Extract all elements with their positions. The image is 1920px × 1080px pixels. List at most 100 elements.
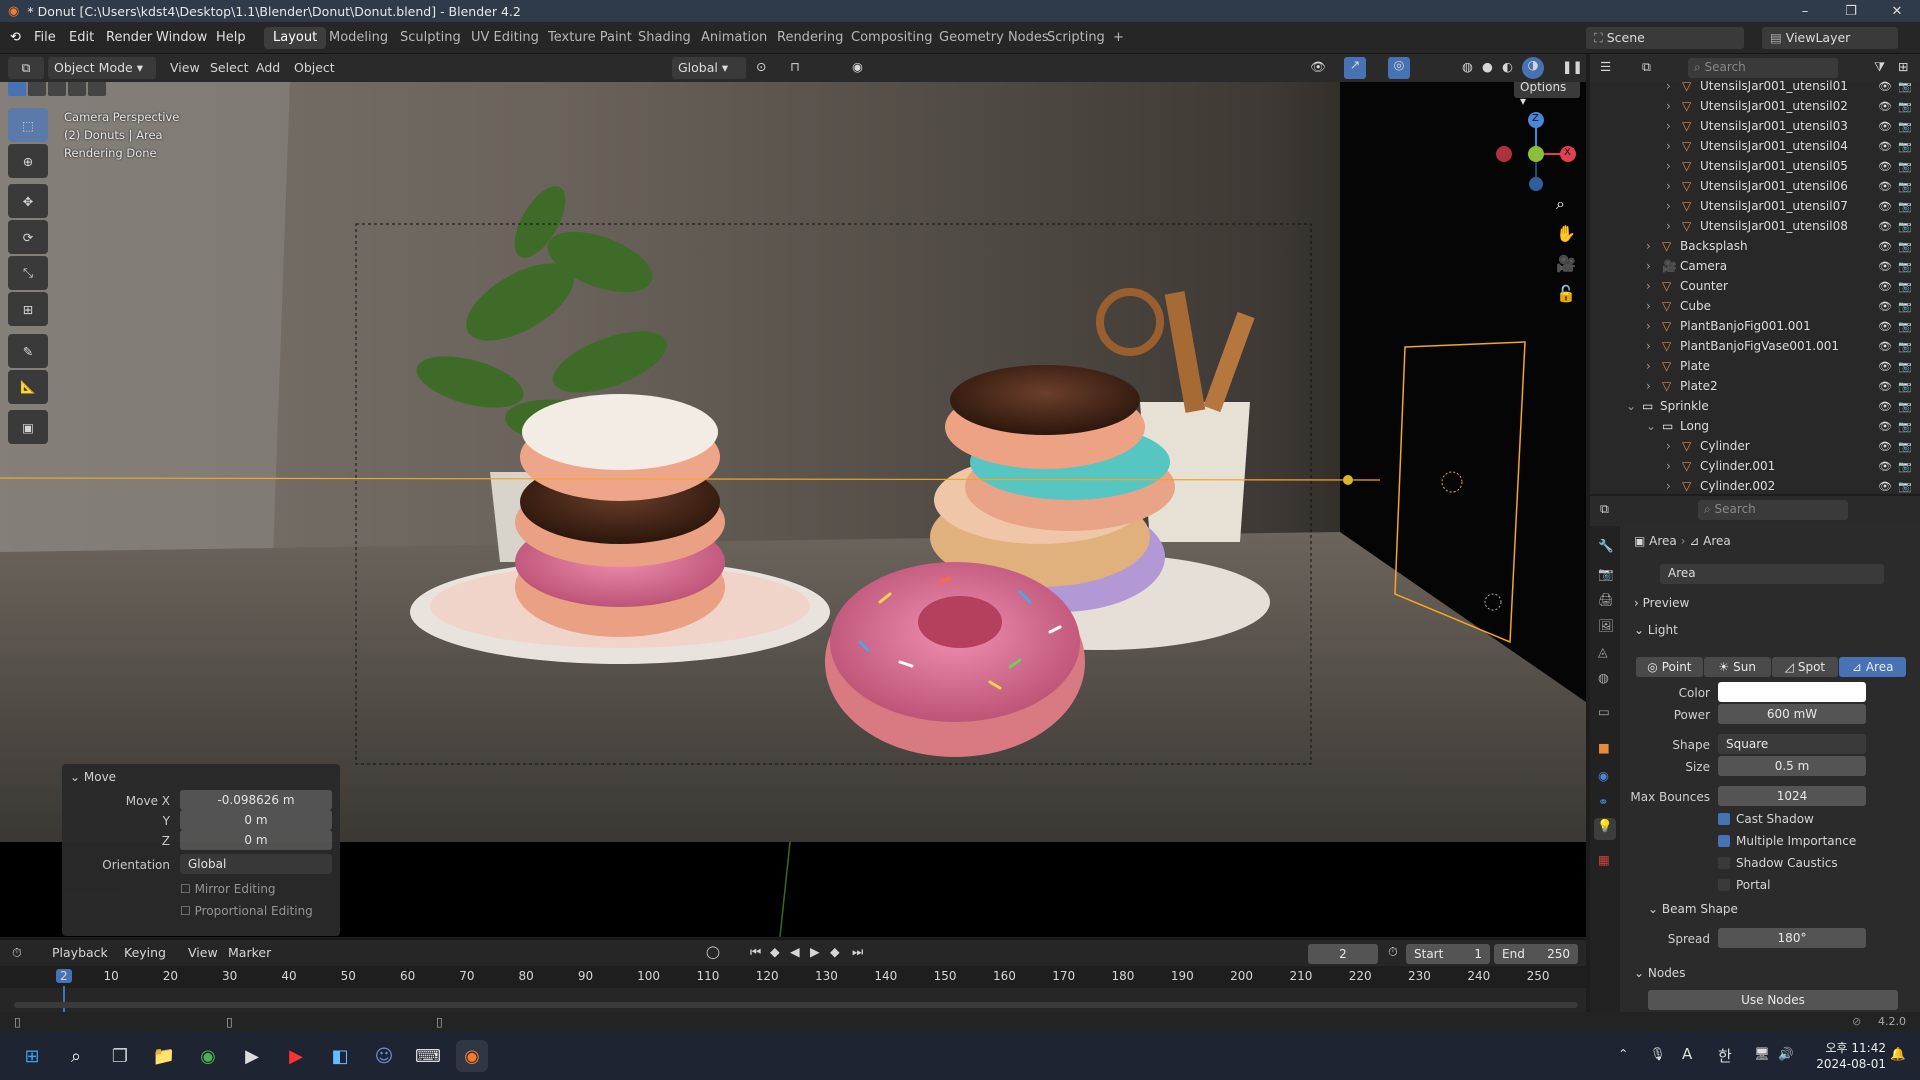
visibility-eye-icon[interactable]: 👁 <box>1878 200 1892 213</box>
rendered-shading-icon[interactable]: ◑ <box>1522 57 1544 79</box>
render-visibility-icon[interactable]: 📷 <box>1898 420 1912 433</box>
visibility-eye-icon[interactable]: 👁 <box>1878 220 1892 233</box>
close-button[interactable]: ✕ <box>1874 0 1920 22</box>
maximize-button[interactable]: ❐ <box>1828 0 1874 22</box>
filter-icon[interactable]: ⧩ <box>1874 59 1885 75</box>
menu-window[interactable]: Window <box>156 30 207 45</box>
tab-layout[interactable]: Layout <box>264 27 327 49</box>
outliner-row[interactable]: › ▽ UtensilsJar001_utensil02 👁 📷 <box>1590 96 1920 116</box>
light-type-point[interactable]: ◎ Point <box>1636 657 1703 677</box>
blender-menu-icon[interactable]: ⟲ <box>10 30 21 45</box>
spread-field[interactable]: 180° <box>1718 928 1866 948</box>
tab-compositing[interactable]: Compositing <box>842 27 942 49</box>
timeline-editor-icon[interactable]: ⏱ <box>12 945 22 961</box>
tab-animation[interactable]: Animation <box>692 27 776 49</box>
visibility-eye-icon[interactable]: 👁 <box>1878 260 1892 273</box>
render-visibility-icon[interactable]: 📷 <box>1898 260 1912 273</box>
power-field[interactable]: 600 mW <box>1718 704 1866 724</box>
render-visibility-icon[interactable]: 📷 <box>1898 280 1912 293</box>
play-reverse-icon[interactable]: ◀ <box>790 944 800 959</box>
use-nodes-button[interactable]: Use Nodes <box>1648 990 1898 1010</box>
render-visibility-icon[interactable]: 📷 <box>1898 140 1912 153</box>
next-keyframe-icon[interactable]: ◆ <box>830 944 840 959</box>
render-visibility-icon[interactable]: 📷 <box>1898 320 1912 333</box>
chrome-icon[interactable]: ◉ <box>192 1040 224 1072</box>
expand-arrow-icon[interactable]: › <box>1666 199 1671 213</box>
mirror-editing-checkbox[interactable]: ☐ Mirror Editing <box>180 882 276 896</box>
prev-keyframe-icon[interactable]: ◆ <box>770 944 780 959</box>
menu-select[interactable]: Select <box>210 60 249 75</box>
outliner-row[interactable]: › ▽ Cylinder.002 👁 📷 <box>1590 476 1920 494</box>
render-visibility-icon[interactable]: 📷 <box>1898 300 1912 313</box>
menu-playback[interactable]: Playback <box>52 945 108 960</box>
menu-add[interactable]: Add <box>256 60 280 75</box>
preview-panel-header[interactable]: › Preview <box>1634 596 1689 610</box>
visibility-eye-icon[interactable]: 👁 <box>1878 480 1892 493</box>
beam-shape-panel-header[interactable]: ⌄ Beam Shape <box>1648 902 1738 916</box>
tab-uv-editing[interactable]: UV Editing <box>462 27 548 49</box>
visibility-eye-icon[interactable]: 👁 <box>1878 360 1892 373</box>
properties-editor-icon[interactable]: ⧉ <box>1600 501 1609 517</box>
light-panel-header[interactable]: ⌄ Light <box>1634 623 1678 637</box>
ime-language-indicator[interactable]: 한 <box>1718 1045 1732 1066</box>
pivot-icon[interactable]: ⊙ <box>756 59 766 74</box>
outliner-row[interactable]: › ▽ UtensilsJar001_utensil06 👁 📷 <box>1590 176 1920 196</box>
end-frame-field[interactable]: End 250 <box>1494 944 1578 964</box>
proportional-editing-checkbox[interactable]: ☐ Proportional Editing <box>180 904 313 918</box>
3d-viewport[interactable]: Camera Perspective (2) Donuts | Area Ren… <box>0 82 1586 937</box>
network-icon[interactable]: 🖥 <box>1754 1046 1770 1062</box>
menu-edit[interactable]: Edit <box>69 30 94 45</box>
file-explorer-icon[interactable]: 📁 <box>148 1040 180 1072</box>
expand-arrow-icon[interactable]: › <box>1646 239 1651 253</box>
windows-start-icon[interactable]: ⊞ <box>16 1040 48 1072</box>
select-box-mode-icon[interactable] <box>8 82 26 96</box>
tab-rendering[interactable]: Rendering <box>768 27 852 49</box>
start-frame-field[interactable]: Start 1 <box>1406 944 1490 964</box>
playhead-frame-indicator[interactable]: 2 <box>56 969 72 983</box>
task-view-icon[interactable]: ❐ <box>104 1040 136 1072</box>
outliner-row[interactable]: › ▽ UtensilsJar001_utensil01 👁 📷 <box>1590 76 1920 96</box>
constraints-tab-icon[interactable]: ⚭ <box>1598 794 1608 809</box>
play-icon[interactable]: ▶ <box>810 944 820 959</box>
visibility-eye-icon[interactable]: 👁 <box>1878 180 1892 193</box>
transform-tool-icon[interactable]: ⊞ <box>8 292 48 326</box>
render-visibility-icon[interactable]: 📷 <box>1898 200 1912 213</box>
preview-range-icon[interactable]: ⏱ <box>1388 944 1398 960</box>
light-color-swatch[interactable] <box>1718 682 1866 702</box>
visibility-eye-icon[interactable]: 👁 <box>1878 140 1892 153</box>
add-workspace-button[interactable]: + <box>1104 27 1133 49</box>
pause-icon[interactable]: ❚❚ <box>1562 59 1583 74</box>
menu-help[interactable]: Help <box>216 30 246 45</box>
menu-render[interactable]: Render <box>106 30 152 45</box>
ime-mode-indicator[interactable]: A <box>1682 1045 1692 1063</box>
tab-texture-paint[interactable]: Texture Paint <box>539 27 641 49</box>
rotate-tool-icon[interactable]: ⟳ <box>8 220 48 254</box>
minimize-button[interactable]: – <box>1782 0 1828 22</box>
orientation-dropdown[interactable]: Global <box>180 854 332 874</box>
operator-title[interactable]: ⌄ Move <box>70 770 116 784</box>
wireframe-shading-icon[interactable]: ◍ <box>1462 59 1473 74</box>
outliner-row[interactable]: › ▽ Plate2 👁 📷 <box>1590 376 1920 396</box>
cursor-tool-icon[interactable]: ⊕ <box>8 144 48 178</box>
object-mode-dropdown[interactable]: Object Mode ▾ <box>48 57 156 79</box>
blender-taskbar-icon[interactable]: ◉ <box>456 1040 488 1072</box>
world-tab-icon[interactable]: ◍ <box>1598 670 1609 685</box>
tool-tab-icon[interactable]: 🔧 <box>1598 538 1614 554</box>
expand-arrow-icon[interactable]: › <box>1666 159 1671 173</box>
expand-arrow-icon[interactable]: › <box>1646 299 1651 313</box>
expand-arrow-icon[interactable]: › <box>1666 219 1671 233</box>
render-visibility-icon[interactable]: 📷 <box>1898 80 1912 93</box>
visibility-eye-icon[interactable]: 👁 <box>1878 460 1892 473</box>
media-player-icon[interactable]: ▶ <box>236 1040 268 1072</box>
expand-arrow-icon[interactable]: › <box>1666 479 1671 493</box>
frame-ruler[interactable]: 2 10 20 30 40 50 60 70 80 90 100 110 120 130 140 150 160… <box>0 966 1586 1012</box>
outliner-row[interactable]: › ▽ Counter 👁 📷 <box>1590 276 1920 296</box>
clock[interactable]: 오후 11:42 2024-08-01 <box>1806 1040 1886 1072</box>
autokey-icon[interactable]: ◯ <box>706 944 720 959</box>
outliner-row[interactable]: › ▽ Cylinder.001 👁 📷 <box>1590 456 1920 476</box>
outliner-row[interactable]: › ▽ Backsplash 👁 📷 <box>1590 236 1920 256</box>
visibility-eye-icon[interactable]: 👁 <box>1878 120 1892 133</box>
move-y-field[interactable]: 0 m <box>180 810 332 830</box>
menu-marker[interactable]: Marker <box>228 945 271 960</box>
expand-arrow-icon[interactable]: › <box>1666 459 1671 473</box>
